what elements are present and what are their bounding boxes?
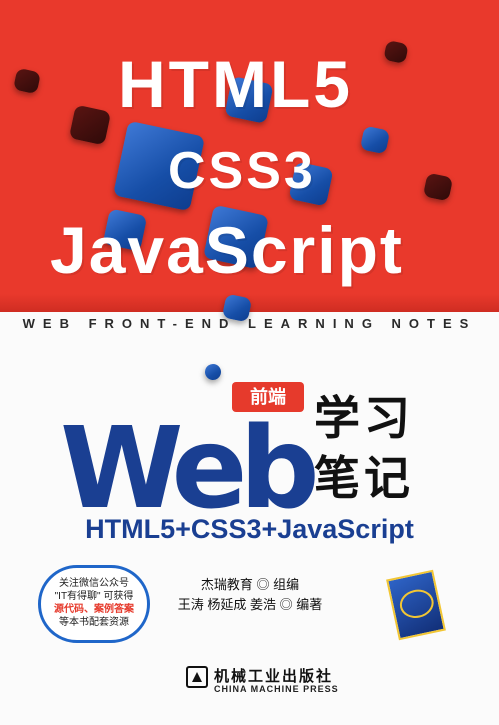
tagline: WEB FRONT-END LEARNING NOTES [22, 316, 477, 331]
publisher-name-en: CHINA MACHINE PRESS [214, 684, 339, 694]
publisher-logo-icon [186, 666, 208, 688]
book-cover: HTML5 CSS3 JavaScript WEB FRONT-END LEAR… [0, 0, 499, 725]
cube-decoration [68, 104, 112, 146]
series-badge-icon [386, 569, 446, 641]
xuexi-title: 学习 [314, 392, 414, 444]
title-css3: CSS3 [168, 142, 316, 200]
title-html5: HTML5 [118, 47, 353, 121]
publisher-name: 机械工业出版社 [214, 668, 334, 685]
author-credit: 王涛 杨延成 姜浩 ◎ 编著 [177, 597, 323, 612]
editor-credit: 杰瑞教育 ◎ 组编 [200, 577, 300, 592]
title-javascript: JavaScript [50, 213, 404, 287]
subtitle: HTML5+CSS3+JavaScript [85, 514, 414, 544]
bubble-highlight: 源代码、案例答案 [54, 604, 134, 615]
bubble-line: 等本书配套资源 [59, 617, 129, 628]
biji-title: 笔记 [314, 452, 414, 504]
wechat-bubble: 关注微信公众号 "IT有得聊" 可获得 源代码、案例答案 等本书配套资源 [38, 565, 150, 643]
bubble-line: "IT有得聊" 可获得 [54, 591, 134, 602]
cube-decoration [203, 362, 223, 382]
bubble-line: 关注微信公众号 [59, 578, 129, 589]
